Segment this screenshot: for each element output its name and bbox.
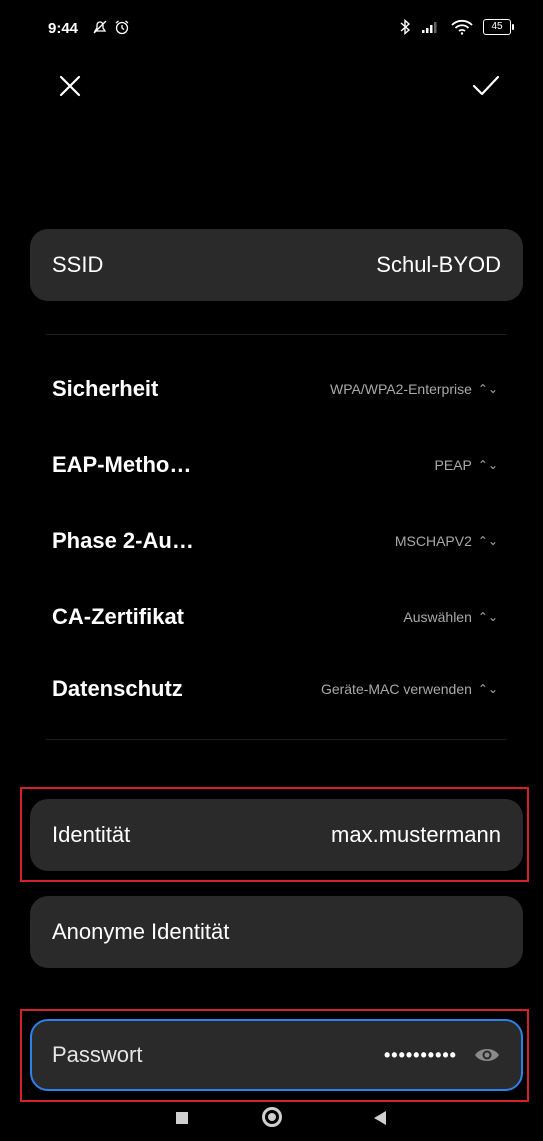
home-icon[interactable] <box>262 1107 282 1127</box>
divider <box>46 334 507 335</box>
phase2-auth-row[interactable]: Phase 2-Au… MSCHAPV2 ⌃⌄ <box>52 521 498 561</box>
identity-value: max.mustermann <box>331 822 501 847</box>
ca-certificate-row[interactable]: CA-Zertifikat Auswählen ⌃⌄ <box>52 597 498 637</box>
wifi-icon <box>451 19 473 35</box>
phase2-auth-label: Phase 2-Au… <box>52 528 194 553</box>
security-value: WPA/WPA2-Enterprise ⌃⌄ <box>330 381 498 397</box>
updown-chevron-icon: ⌃⌄ <box>477 382 498 396</box>
eye-icon[interactable] <box>473 1046 501 1064</box>
security-row[interactable]: Sicherheit WPA/WPA2-Enterprise ⌃⌄ <box>52 369 498 409</box>
back-icon[interactable] <box>374 1111 386 1125</box>
navigation-bar <box>0 1095 543 1141</box>
ssid-label: SSID <box>52 252 104 277</box>
alarm-icon <box>115 20 129 35</box>
eap-method-label: EAP-Metho… <box>52 452 192 477</box>
privacy-label: Datenschutz <box>52 676 183 701</box>
password-field[interactable]: Passwort •••••••••• <box>30 1019 523 1091</box>
security-label: Sicherheit <box>52 376 159 401</box>
phase2-auth-value: MSCHAPV2 ⌃⌄ <box>394 533 498 549</box>
ca-certificate-value: Auswählen ⌃⌄ <box>403 609 498 625</box>
battery-indicator: 45 <box>483 19 514 35</box>
recents-icon[interactable] <box>176 1112 188 1124</box>
notification-muted-icon <box>93 20 107 34</box>
eap-method-row[interactable]: EAP-Metho… PEAP ⌃⌄ <box>52 445 498 485</box>
save-button[interactable] <box>468 68 504 104</box>
updown-chevron-icon: ⌃⌄ <box>477 534 498 548</box>
password-label: Passwort <box>52 1042 143 1067</box>
anonymous-identity-field[interactable]: Anonyme Identität <box>30 896 523 968</box>
updown-chevron-icon: ⌃⌄ <box>477 610 498 624</box>
anonymous-identity-label: Anonyme Identität <box>52 919 230 944</box>
bluetooth-icon <box>400 18 411 36</box>
close-icon <box>59 75 81 97</box>
password-value: •••••••••• <box>383 1044 457 1065</box>
close-button[interactable] <box>52 68 88 104</box>
check-icon <box>472 75 500 96</box>
eap-method-value: PEAP ⌃⌄ <box>434 457 498 473</box>
ssid-value: Schul-BYOD <box>376 252 501 277</box>
identity-field[interactable]: Identität max.mustermann <box>30 799 523 871</box>
updown-chevron-icon: ⌃⌄ <box>477 458 498 472</box>
privacy-value: Geräte-MAC verwenden ⌃⌄ <box>320 681 498 697</box>
updown-chevron-icon: ⌃⌄ <box>477 682 498 696</box>
privacy-row[interactable]: Datenschutz Geräte-MAC verwenden ⌃⌄ <box>52 669 498 709</box>
identity-label: Identität <box>52 822 131 847</box>
ca-certificate-label: CA-Zertifikat <box>52 604 185 629</box>
status-bar: 9:44 45 <box>0 0 543 56</box>
divider <box>46 739 507 740</box>
ssid-field[interactable]: SSID Schul-BYOD <box>30 229 523 301</box>
status-time: 9:44 <box>48 20 79 37</box>
signal-icon <box>422 22 437 33</box>
